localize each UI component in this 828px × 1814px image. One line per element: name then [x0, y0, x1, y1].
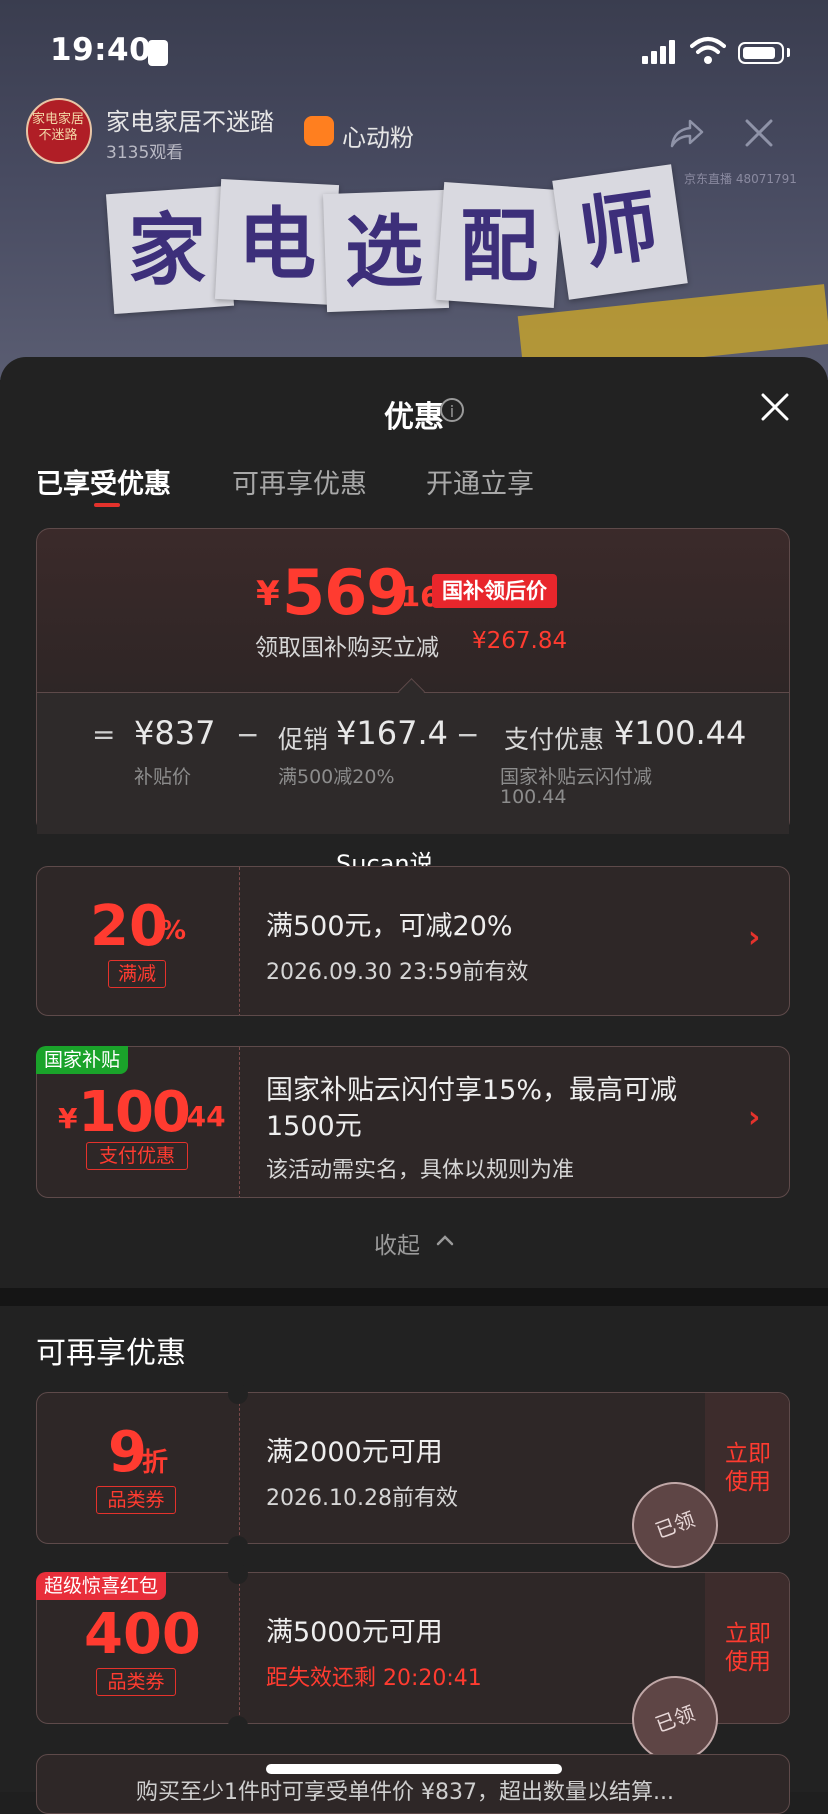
base-price: ¥837	[134, 714, 216, 752]
coupon-unit: 折	[142, 1448, 169, 1478]
tab-applied[interactable]: 已享受优惠	[36, 462, 171, 501]
fans-icon[interactable]	[304, 116, 334, 146]
coupon-unit: %	[160, 916, 187, 946]
sheet-title: 优惠	[384, 400, 444, 435]
chevron-right-icon[interactable]: ›	[748, 1100, 760, 1135]
close-icon[interactable]	[760, 392, 790, 422]
footer-note: 购买至少1件时可享受单件价 ¥837，超出数量以结算...	[136, 1780, 674, 1805]
coupon-value: 400	[84, 1602, 201, 1667]
coupon-type-tag: 支付优惠	[86, 1142, 188, 1170]
streamer-avatar-text: 家电家居 不迷路	[31, 112, 84, 143]
pay-discount-label: 国家补贴云闪付减	[500, 766, 653, 788]
banner-char: 家	[128, 206, 207, 296]
wifi-icon	[690, 37, 726, 64]
info-icon[interactable]: i	[440, 398, 464, 422]
tab-activate[interactable]: 开通立享	[426, 462, 534, 501]
chevron-up-icon[interactable]	[436, 1234, 454, 1246]
pay-discount-label-2: 100.44	[500, 786, 567, 808]
chevron-right-icon[interactable]: ›	[748, 920, 760, 955]
banner-char: 师	[574, 181, 664, 281]
status-time: 19:40	[50, 32, 152, 68]
promo-label: 满500减20%	[278, 766, 395, 788]
coupon-condition-2: 1500元	[266, 1111, 362, 1142]
coupon-value: 100	[78, 1080, 191, 1145]
coupon-note: 该活动需实名，具体以规则为准	[266, 1158, 575, 1183]
pay-discount-title: 支付优惠	[504, 725, 605, 754]
coupon-condition: 国家补贴云闪付享15%，最高可减	[266, 1075, 678, 1106]
coupon-expiry: 2026.10.28前有效	[266, 1486, 458, 1511]
promo-title: 促销	[278, 725, 329, 754]
pay-discount-value: ¥100.44	[614, 714, 747, 752]
more-discounts-title: 可再享优惠	[36, 1336, 186, 1371]
coupon-value: 20	[90, 894, 168, 959]
coupon-condition: 满2000元可用	[266, 1437, 443, 1468]
view-count: 3135观看	[106, 143, 184, 163]
home-indicator[interactable]	[266, 1764, 562, 1774]
subsidy-description: 领取国补购买立减	[255, 635, 439, 661]
signal-icon	[642, 40, 678, 64]
coupon-countdown: 距失效还剩 20:20:41	[266, 1666, 482, 1691]
coupon-condition: 满500元，可减20%	[266, 911, 513, 942]
banner-char: 电	[238, 200, 317, 290]
equals-sign: =	[92, 718, 116, 751]
tab-indicator	[94, 503, 120, 507]
banner-char: 配	[460, 202, 539, 292]
final-price-currency: ¥	[256, 574, 280, 614]
streamer-name[interactable]: 家电家居不迷踏	[106, 102, 274, 137]
fans-label[interactable]: 心动粉	[342, 118, 414, 153]
coupon-condition: 满5000元可用	[266, 1617, 443, 1648]
collapse-button[interactable]: 收起	[374, 1226, 420, 1260]
minus-sign: −	[456, 718, 480, 751]
share-icon[interactable]	[668, 118, 704, 150]
base-price-label: 补贴价	[134, 766, 192, 788]
coupon-value-decimal: .44	[176, 1100, 226, 1133]
coupon-type-tag: 品类券	[96, 1668, 176, 1696]
red-packet-flag: 超级惊喜红包	[36, 1572, 167, 1600]
tab-more[interactable]: 可再享优惠	[232, 462, 367, 501]
promo-value: ¥167.4	[336, 714, 448, 752]
use-now-button[interactable]: 立即 使用	[710, 1620, 786, 1676]
coupon-currency: ¥	[58, 1102, 78, 1135]
subsidy-price-badge: 国补领后价	[432, 574, 557, 608]
coupon-expiry: 2026.09.30 23:59前有效	[266, 960, 529, 985]
coupon-type-tag: 品类券	[96, 1486, 176, 1514]
close-icon[interactable]	[744, 118, 774, 148]
minus-sign: −	[236, 718, 260, 751]
coupon-type-tag: 满减	[108, 960, 166, 988]
room-number: 京东直播 48071791	[684, 172, 797, 186]
id-card-icon	[148, 40, 168, 66]
banner-char: 选	[345, 208, 424, 298]
national-subsidy-flag: 国家补贴	[36, 1046, 129, 1074]
subsidy-amount: ¥267.84	[472, 628, 568, 654]
battery-icon	[738, 42, 784, 64]
use-now-button[interactable]: 立即 使用	[710, 1440, 786, 1496]
